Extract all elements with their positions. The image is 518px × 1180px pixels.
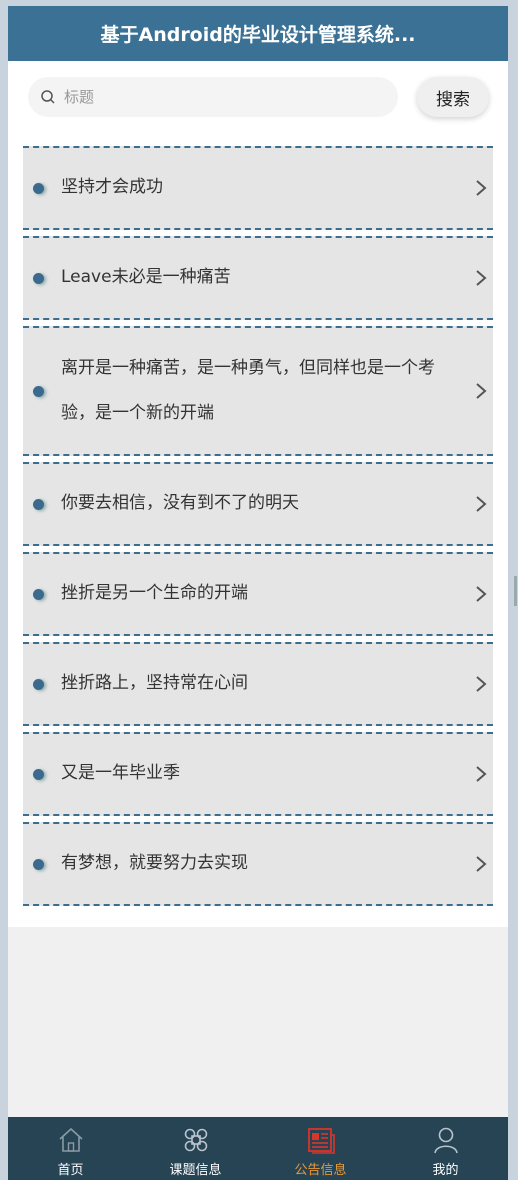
tab-label: 公告信息 <box>294 1163 347 1178</box>
bottom-tab-bar: 首页 课题信息 公告信息 我的 <box>8 1117 508 1180</box>
bullet-icon <box>33 273 44 284</box>
news-icon <box>307 1128 335 1154</box>
bullet-icon <box>33 769 44 780</box>
tab-me[interactable]: 我的 <box>383 1117 508 1180</box>
scrollbar-thumb[interactable] <box>514 576 517 606</box>
command-icon <box>184 1128 207 1152</box>
app-screen: 基于Android的毕业设计管理系统... 搜索 坚持才会成功 Leave未必是… <box>8 6 508 1180</box>
chevron-right-icon <box>476 496 487 512</box>
tab-home[interactable]: 首页 <box>8 1117 133 1180</box>
notice-item[interactable]: 挫折是另一个生命的开端 <box>23 552 493 636</box>
search-button[interactable]: 搜索 <box>417 77 489 117</box>
notice-title: 挫折是另一个生命的开端 <box>61 583 248 603</box>
bullet-icon <box>33 859 44 870</box>
tab-announcements[interactable]: 公告信息 <box>258 1117 383 1180</box>
tab-label: 首页 <box>57 1163 84 1178</box>
notice-item[interactable]: 离开是一种痛苦，是一种勇气，但同样也是一个考验，是一个新的开端 <box>23 326 493 456</box>
search-input[interactable] <box>62 87 366 107</box>
bullet-icon <box>33 386 44 397</box>
chevron-right-icon <box>476 270 487 286</box>
user-icon <box>433 1127 458 1154</box>
notice-title: 你要去相信，没有到不了的明天 <box>61 493 299 513</box>
notice-item[interactable]: 有梦想，就要努力去实现 <box>23 822 493 906</box>
notice-title: 又是一年毕业季 <box>61 763 180 783</box>
page-title: 基于Android的毕业设计管理系统... <box>100 24 416 46</box>
chevron-right-icon <box>476 180 487 196</box>
notice-list: 坚持才会成功 Leave未必是一种痛苦 离开是一种痛苦，是一种勇气，但同样也是一… <box>23 146 493 912</box>
tab-label: 课题信息 <box>169 1163 222 1178</box>
bullet-icon <box>33 589 44 600</box>
notice-item[interactable]: Leave未必是一种痛苦 <box>23 236 493 320</box>
search-icon <box>41 90 55 104</box>
content-area: 搜索 坚持才会成功 Leave未必是一种痛苦 离开是一种痛苦，是一种勇气，但同样… <box>8 61 508 927</box>
notice-title: Leave未必是一种痛苦 <box>61 267 231 287</box>
notice-title: 坚持才会成功 <box>61 177 163 197</box>
tab-label: 我的 <box>432 1163 459 1178</box>
bullet-icon <box>33 183 44 194</box>
home-icon <box>58 1127 83 1152</box>
chevron-right-icon <box>476 586 487 602</box>
notice-item[interactable]: 你要去相信，没有到不了的明天 <box>23 462 493 546</box>
notice-item[interactable]: 又是一年毕业季 <box>23 732 493 816</box>
chevron-right-icon <box>476 766 487 782</box>
notice-title: 挫折路上，坚持常在心间 <box>61 673 248 693</box>
bullet-icon <box>33 499 44 510</box>
tab-topics[interactable]: 课题信息 <box>133 1117 258 1180</box>
app-header: 基于Android的毕业设计管理系统... <box>8 6 508 61</box>
notice-title: 有梦想，就要努力去实现 <box>61 853 248 873</box>
chevron-right-icon <box>476 676 487 692</box>
search-bar: 搜索 <box>8 71 508 117</box>
notice-item[interactable]: 坚持才会成功 <box>23 146 493 230</box>
bullet-icon <box>33 679 44 690</box>
notice-title: 离开是一种痛苦，是一种勇气，但同样也是一个考验，是一个新的开端 <box>61 358 435 423</box>
notice-item[interactable]: 挫折路上，坚持常在心间 <box>23 642 493 726</box>
chevron-right-icon <box>476 856 487 872</box>
chevron-right-icon <box>476 383 487 399</box>
search-box[interactable] <box>28 77 398 117</box>
